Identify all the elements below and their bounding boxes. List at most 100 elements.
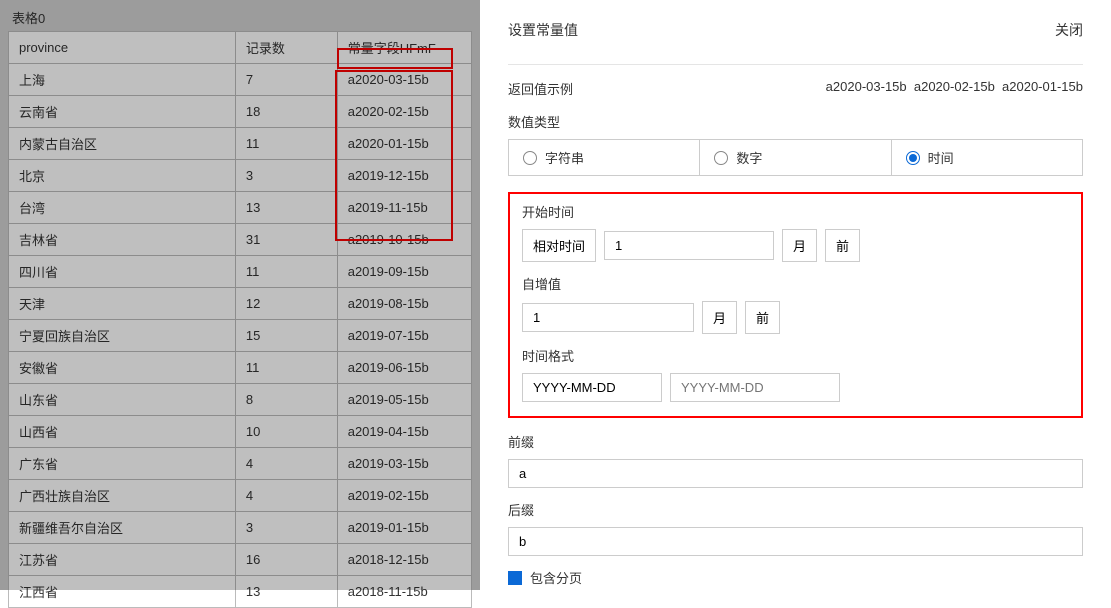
table-row[interactable]: 北京3a2019-12-15b bbox=[9, 160, 472, 192]
start-unit-button[interactable]: 月 bbox=[782, 229, 817, 262]
col-constant[interactable]: 常量字段HFmF bbox=[337, 32, 471, 64]
table-cell: a2020-03-15b bbox=[337, 64, 471, 96]
table-cell: 台湾 bbox=[9, 192, 236, 224]
table-cell: 安徽省 bbox=[9, 352, 236, 384]
table-row[interactable]: 台湾13a2019-11-15b bbox=[9, 192, 472, 224]
table-row[interactable]: 吉林省31a2019-10-15b bbox=[9, 224, 472, 256]
table-row[interactable]: 江苏省16a2018-12-15b bbox=[9, 544, 472, 576]
col-province[interactable]: province bbox=[9, 32, 236, 64]
table-cell: a2019-04-15b bbox=[337, 416, 471, 448]
format-input-1[interactable] bbox=[522, 373, 662, 402]
table-row[interactable]: 安徽省11a2019-06-15b bbox=[9, 352, 472, 384]
table-header-row: province 记录数 常量字段HFmF bbox=[9, 32, 472, 64]
table-cell: a2019-07-15b bbox=[337, 320, 471, 352]
prefix-input[interactable] bbox=[508, 459, 1083, 488]
table-cell: 13 bbox=[235, 576, 337, 608]
table-cell: 江苏省 bbox=[9, 544, 236, 576]
start-direction-button[interactable]: 前 bbox=[825, 229, 860, 262]
time-config-box: 开始时间 相对时间 月 前 自增值 月 前 时间格式 bbox=[508, 192, 1083, 418]
table-cell: 3 bbox=[235, 160, 337, 192]
table-row[interactable]: 广东省4a2019-03-15b bbox=[9, 448, 472, 480]
table-cell: 31 bbox=[235, 224, 337, 256]
table-cell: 8 bbox=[235, 384, 337, 416]
table-cell: 10 bbox=[235, 416, 337, 448]
col-count[interactable]: 记录数 bbox=[235, 32, 337, 64]
suffix-label: 后缀 bbox=[508, 500, 1083, 519]
table-cell: a2019-05-15b bbox=[337, 384, 471, 416]
radio-icon bbox=[523, 151, 537, 165]
increment-label: 自增值 bbox=[522, 274, 1069, 293]
start-value-input[interactable] bbox=[604, 231, 774, 260]
table-cell: 宁夏回族自治区 bbox=[9, 320, 236, 352]
table-row[interactable]: 广西壮族自治区4a2019-02-15b bbox=[9, 480, 472, 512]
table-cell: 上海 bbox=[9, 64, 236, 96]
radio-number[interactable]: 数字 bbox=[700, 140, 891, 175]
type-radio-group: 字符串 数字 时间 bbox=[508, 139, 1083, 176]
table-cell: 16 bbox=[235, 544, 337, 576]
increment-unit-button[interactable]: 月 bbox=[702, 301, 737, 334]
radio-time[interactable]: 时间 bbox=[892, 140, 1082, 175]
table-cell: a2018-11-15b bbox=[337, 576, 471, 608]
radio-string-label: 字符串 bbox=[545, 148, 584, 167]
relative-time-button[interactable]: 相对时间 bbox=[522, 229, 596, 262]
panel-title: 设置常量值 bbox=[508, 20, 578, 40]
type-label: 数值类型 bbox=[508, 112, 1083, 131]
format-label: 时间格式 bbox=[522, 346, 1069, 365]
table-row[interactable]: 天津12a2019-08-15b bbox=[9, 288, 472, 320]
table-cell: a2019-09-15b bbox=[337, 256, 471, 288]
table-cell: 山西省 bbox=[9, 416, 236, 448]
increment-direction-button[interactable]: 前 bbox=[745, 301, 780, 334]
table-row[interactable]: 山西省10a2019-04-15b bbox=[9, 416, 472, 448]
table-cell: 3 bbox=[235, 512, 337, 544]
increment-value-input[interactable] bbox=[522, 303, 694, 332]
table-row[interactable]: 上海7a2020-03-15b bbox=[9, 64, 472, 96]
table-cell: a2019-03-15b bbox=[337, 448, 471, 480]
table-cell: 11 bbox=[235, 352, 337, 384]
table-panel: 表格0 province 记录数 常量字段HFmF 上海7a2020-03-15… bbox=[0, 0, 480, 590]
table-cell: 天津 bbox=[9, 288, 236, 320]
table-cell: 11 bbox=[235, 256, 337, 288]
table-row[interactable]: 新疆维吾尔自治区3a2019-01-15b bbox=[9, 512, 472, 544]
table-cell: 内蒙古自治区 bbox=[9, 128, 236, 160]
table-title: 表格0 bbox=[8, 8, 472, 27]
table-cell: 广东省 bbox=[9, 448, 236, 480]
pagination-label: 包含分页 bbox=[530, 568, 582, 587]
table-cell: a2019-12-15b bbox=[337, 160, 471, 192]
table-cell: 吉林省 bbox=[9, 224, 236, 256]
radio-icon bbox=[906, 151, 920, 165]
table-cell: 4 bbox=[235, 448, 337, 480]
table-cell: a2020-01-15b bbox=[337, 128, 471, 160]
table-cell: 4 bbox=[235, 480, 337, 512]
table-cell: a2019-08-15b bbox=[337, 288, 471, 320]
table-row[interactable]: 山东省8a2019-05-15b bbox=[9, 384, 472, 416]
table-cell: 北京 bbox=[9, 160, 236, 192]
settings-panel: 设置常量值 关闭 返回值示例 a2020-03-15b a2020-02-15b… bbox=[480, 0, 1111, 590]
table-row[interactable]: 宁夏回族自治区15a2019-07-15b bbox=[9, 320, 472, 352]
suffix-input[interactable] bbox=[508, 527, 1083, 556]
example-value: a2020-03-15b a2020-02-15b a2020-01-15b bbox=[826, 79, 1083, 98]
table-cell: a2019-10-15b bbox=[337, 224, 471, 256]
table-cell: a2019-01-15b bbox=[337, 512, 471, 544]
radio-time-label: 时间 bbox=[928, 148, 954, 167]
table-cell: 11 bbox=[235, 128, 337, 160]
table-cell: a2018-12-15b bbox=[337, 544, 471, 576]
close-button[interactable]: 关闭 bbox=[1055, 20, 1083, 40]
radio-number-label: 数字 bbox=[736, 148, 762, 167]
radio-icon bbox=[714, 151, 728, 165]
table-cell: 广西壮族自治区 bbox=[9, 480, 236, 512]
divider bbox=[508, 64, 1083, 65]
table-wrapper: province 记录数 常量字段HFmF 上海7a2020-03-15b云南省… bbox=[8, 31, 472, 608]
radio-string[interactable]: 字符串 bbox=[509, 140, 700, 175]
table-row[interactable]: 内蒙古自治区11a2020-01-15b bbox=[9, 128, 472, 160]
checkbox-icon bbox=[508, 571, 522, 585]
table-cell: 12 bbox=[235, 288, 337, 320]
example-label: 返回值示例 bbox=[508, 79, 573, 98]
table-row[interactable]: 江西省13a2018-11-15b bbox=[9, 576, 472, 608]
table-cell: 江西省 bbox=[9, 576, 236, 608]
table-row[interactable]: 云南省18a2020-02-15b bbox=[9, 96, 472, 128]
table-cell: 18 bbox=[235, 96, 337, 128]
table-row[interactable]: 四川省11a2019-09-15b bbox=[9, 256, 472, 288]
table-cell: a2020-02-15b bbox=[337, 96, 471, 128]
format-input-2[interactable] bbox=[670, 373, 840, 402]
pagination-checkbox[interactable]: 包含分页 bbox=[508, 568, 1083, 587]
